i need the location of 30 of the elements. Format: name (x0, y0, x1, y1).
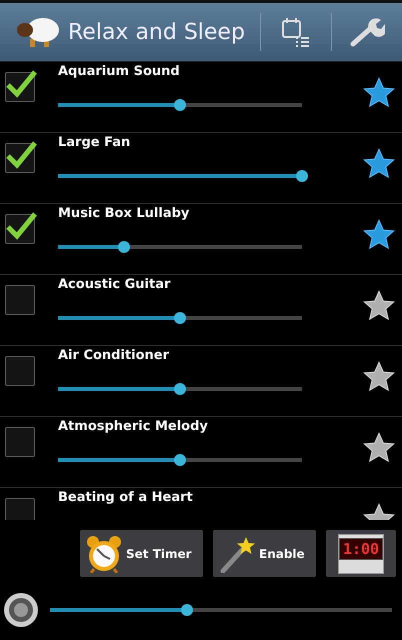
sound-name: Atmospheric Melody (58, 419, 209, 434)
favorite-star-icon[interactable] (362, 218, 396, 252)
sound-name: Beating of a Heart (58, 490, 194, 505)
timer-button[interactable]: Set Timer (80, 530, 203, 577)
checkbox[interactable] (5, 143, 35, 173)
favorite-star-icon[interactable] (362, 360, 396, 394)
checkbox[interactable] (5, 427, 35, 457)
calendar-list-icon (280, 16, 312, 48)
checkbox[interactable] (5, 285, 35, 315)
magic-wand-icon (219, 534, 255, 572)
sound-name: Music Box Lullaby (58, 206, 190, 221)
favorite-star-icon[interactable] (362, 147, 396, 181)
app-title: Relax and Sleep (68, 20, 246, 44)
sheep-icon (16, 15, 60, 49)
sound-name: Aquarium Sound (58, 64, 181, 79)
favorite-star-icon[interactable] (362, 76, 396, 110)
sound-name: Large Fan (58, 135, 132, 150)
checkbox[interactable] (5, 498, 35, 520)
favorite-star-icon[interactable] (362, 431, 396, 465)
timer-display-button[interactable]: 1:00 (326, 530, 396, 577)
wrench-icon (349, 16, 385, 48)
checkbox[interactable] (5, 72, 35, 102)
sound-name: Air Conditioner (58, 348, 170, 363)
checkbox[interactable] (5, 214, 35, 244)
speaker-icon (2, 591, 40, 629)
enable-button[interactable]: Enable (213, 530, 316, 577)
alarm-clock-icon (86, 534, 122, 572)
sound-name: Acoustic Guitar (58, 277, 172, 292)
favorite-star-icon[interactable] (362, 289, 396, 323)
checkbox[interactable] (5, 356, 35, 386)
